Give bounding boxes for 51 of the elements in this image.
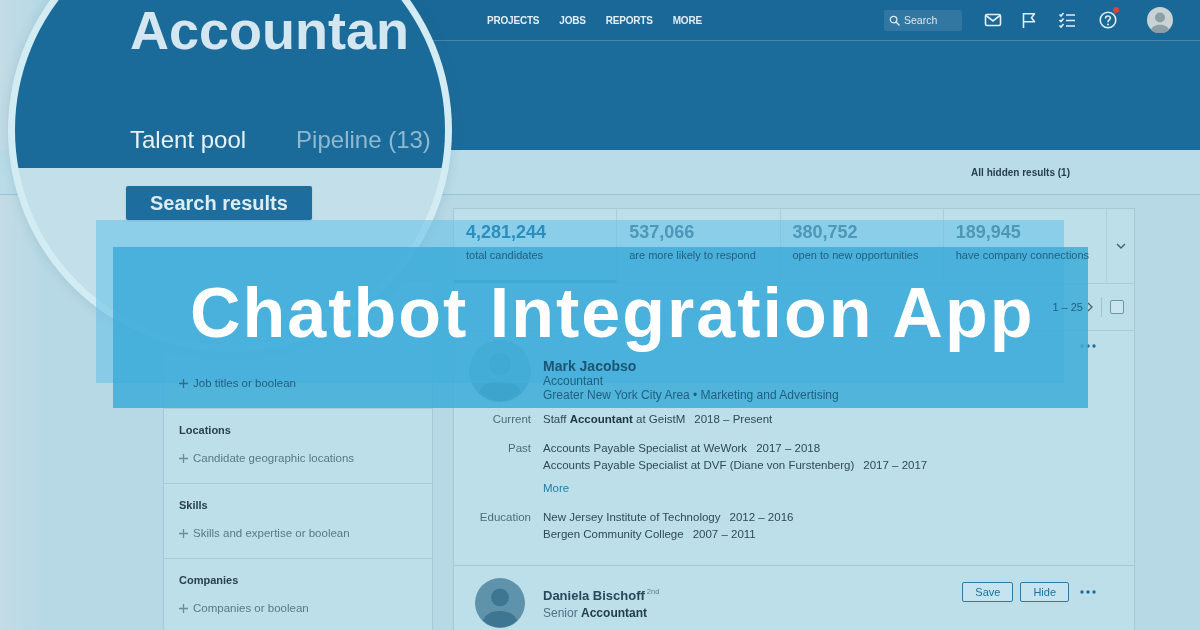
filter-title: Companies xyxy=(179,573,240,588)
detail-label: Education xyxy=(478,510,531,525)
detail-label: Past xyxy=(507,441,531,456)
nav-link[interactable]: PROJECTS xyxy=(487,14,540,26)
detail-label: Current xyxy=(491,412,531,427)
banner-title: Chatbot Integration App xyxy=(190,272,1035,354)
page-title: Accountan xyxy=(130,3,410,57)
search-results-button[interactable]: Search results xyxy=(126,186,312,220)
filter-title: Skills xyxy=(179,498,209,513)
nav-link[interactable]: JOBS xyxy=(559,14,586,26)
candidate-name[interactable]: Mark Jacobso xyxy=(543,358,637,374)
candidate-headline: Senior Accountant xyxy=(543,605,648,622)
tab[interactable]: Pipeline (13) xyxy=(296,125,431,155)
stat-tab[interactable]: 537,066 are more likely to respond xyxy=(629,221,756,262)
add-filter-button[interactable]: Companies or boolean xyxy=(179,600,309,616)
candidate-name[interactable]: Daniela Bischoff xyxy=(543,587,645,605)
add-filter-button[interactable]: Skills and expertise or boolean xyxy=(179,525,350,541)
experience-entry: New Jersey Institute of Technology 2012 – 2016 xyxy=(543,510,794,525)
stat-tab[interactable]: 380,752 open to new opportunities xyxy=(792,221,919,262)
add-filter-button[interactable]: Candidate geographic locations xyxy=(179,450,355,466)
search-icon xyxy=(889,14,900,26)
plus-icon xyxy=(179,603,188,613)
mail-icon[interactable] xyxy=(984,11,1002,29)
experience-entry: Staff Accountant at GeistM 2018 – Present xyxy=(543,412,773,427)
save-button[interactable]: Save xyxy=(962,582,1014,602)
stat-tab[interactable]: 4,281,244 total candidates xyxy=(466,221,547,262)
flag-icon[interactable] xyxy=(1020,11,1038,29)
plus-icon xyxy=(179,378,188,388)
candidate-location: Greater New York City Area • Marketing and Advertising xyxy=(543,388,839,402)
experience-entry: Accounts Payable Specialist at DVF (Diane von Furstenberg) 2017 – 2017 xyxy=(543,458,928,473)
filter-title: Locations xyxy=(179,423,232,438)
avatar-silhouette xyxy=(475,578,525,628)
candidate-headline: Accountant xyxy=(543,374,604,388)
plus-icon xyxy=(179,453,188,463)
tab[interactable]: Talent pool xyxy=(130,125,247,155)
more-link[interactable]: More xyxy=(543,480,570,497)
hide-button[interactable]: Hide xyxy=(1020,582,1069,602)
help-icon[interactable] xyxy=(1099,11,1117,29)
page-range: 1 – 25 xyxy=(1052,301,1083,313)
nav-link[interactable]: REPORTS xyxy=(605,14,653,26)
more-options-icon[interactable] xyxy=(1080,590,1096,594)
checklist-icon[interactable] xyxy=(1058,11,1076,29)
select-all-checkbox[interactable] xyxy=(1110,300,1124,314)
experience-entry: Bergen Community College 2007 – 2011 xyxy=(543,527,756,542)
nav-link[interactable]: MORE xyxy=(672,14,702,26)
avatar-icon[interactable] xyxy=(1147,7,1173,33)
chevron-down-icon[interactable] xyxy=(1115,243,1126,249)
plus-icon xyxy=(179,528,188,538)
add-filter-button[interactable]: Job titles or boolean xyxy=(179,375,296,391)
hidden-results-link[interactable]: All hidden results (1) xyxy=(971,166,1070,178)
experience-entry: Accounts Payable Specialist at WeWork 2017 – 2018 xyxy=(543,441,821,456)
